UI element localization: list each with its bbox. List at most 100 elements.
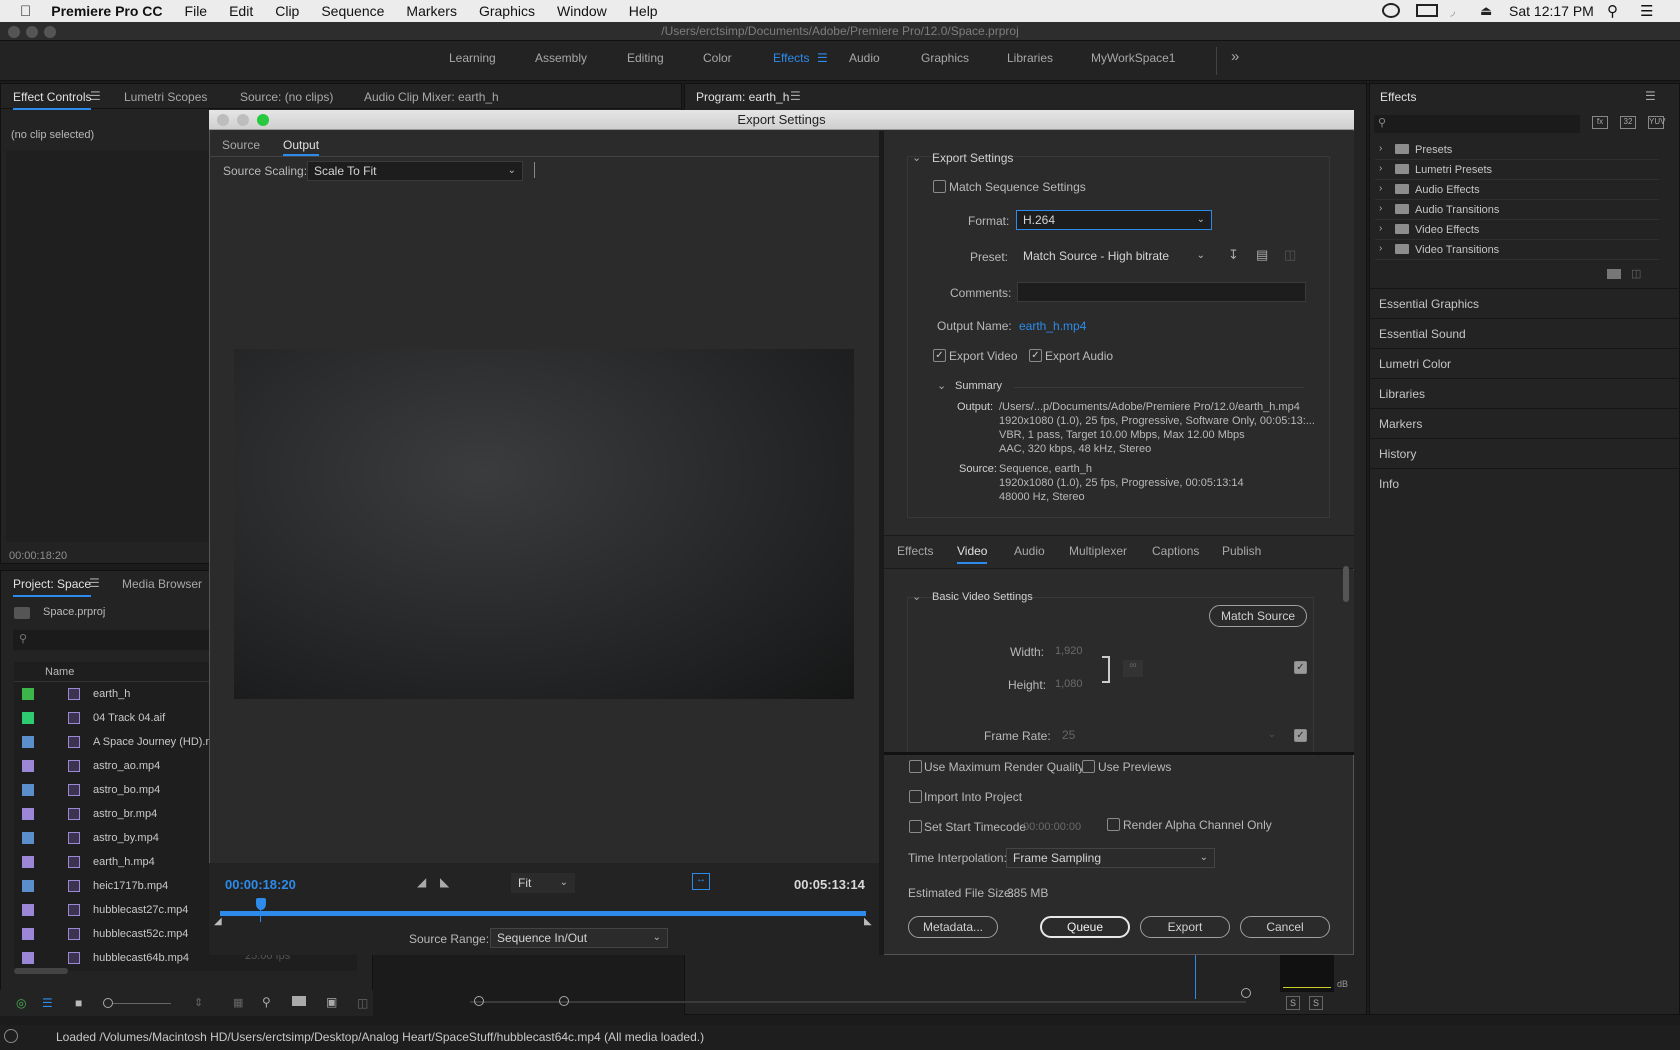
tab-program[interactable]: Program: earth_h: [696, 90, 789, 104]
dialog-tab-output[interactable]: Output: [283, 138, 320, 156]
settings-scrollbar[interactable]: [1343, 566, 1349, 602]
workspace-learning[interactable]: Learning: [449, 51, 496, 65]
delete-preset-icon[interactable]: ◫: [1284, 247, 1296, 263]
minimize-window-button[interactable]: [26, 26, 38, 38]
match-frame-rate-checkbox[interactable]: ✓: [1294, 729, 1307, 742]
zoom-window-button[interactable]: [44, 26, 56, 38]
workspace-libraries[interactable]: Libraries: [1007, 51, 1053, 65]
tab-source[interactable]: Source: (no clips): [240, 90, 333, 104]
find-icon[interactable]: ⚲: [262, 995, 271, 1009]
metadata-button[interactable]: Metadata...: [908, 916, 998, 938]
project-search-input[interactable]: [13, 630, 209, 650]
icon-view-icon[interactable]: ■: [75, 996, 82, 1010]
chevron-down-icon[interactable]: ⌄: [937, 379, 946, 392]
export-button[interactable]: Export: [1140, 916, 1230, 938]
effects-folder[interactable]: › Lumetri Presets: [1375, 160, 1659, 180]
match-source-button[interactable]: Match Source: [1209, 605, 1307, 627]
solo-left-button[interactable]: S: [1286, 996, 1300, 1010]
table-row[interactable]: hubblecast27c.mp4: [14, 899, 188, 922]
queue-button[interactable]: Queue: [1040, 916, 1130, 938]
cancel-button[interactable]: Cancel: [1240, 916, 1330, 938]
zoom-slider[interactable]: [113, 1003, 171, 1004]
match-width-height-checkbox[interactable]: ✓: [1294, 661, 1307, 674]
max-render-quality-checkbox[interactable]: [909, 760, 922, 773]
label-color-swatch[interactable]: [22, 808, 34, 820]
app-menu[interactable]: Premiere Pro CC: [51, 3, 162, 19]
timeline-scroll-start[interactable]: [474, 996, 484, 1006]
display-icon[interactable]: [1416, 4, 1438, 17]
list-view-icon[interactable]: ☰: [42, 996, 53, 1010]
notification-center-icon[interactable]: ☰: [1640, 2, 1653, 20]
format-dropdown[interactable]: H.264 ⌄: [1016, 210, 1212, 230]
tab-effect-controls[interactable]: Effect Controls: [13, 90, 92, 110]
label-color-swatch[interactable]: [22, 928, 34, 940]
workspace-menu-icon[interactable]: ☰: [817, 51, 828, 65]
import-preset-icon[interactable]: ▤: [1256, 247, 1268, 263]
table-row[interactable]: 04 Track 04.aif: [14, 707, 184, 730]
panel-section[interactable]: Info: [1369, 468, 1680, 498]
source-range-bar[interactable]: [220, 911, 866, 916]
panel-section[interactable]: Libraries: [1369, 378, 1680, 408]
set-out-point-icon[interactable]: ◣: [440, 875, 449, 889]
table-row[interactable]: astro_br.mp4: [14, 803, 184, 826]
render-alpha-checkbox[interactable]: [1107, 818, 1120, 831]
chevron-right-icon[interactable]: ›: [1379, 183, 1382, 194]
aspect-ratio-icon[interactable]: ↔: [692, 873, 710, 890]
settings-tab-publish[interactable]: Publish: [1222, 544, 1261, 558]
table-row[interactable]: astro_bo.mp4: [14, 779, 184, 802]
constrain-proportions-icon[interactable]: ∞: [1123, 660, 1143, 677]
current-timecode[interactable]: 00:00:18:20: [225, 877, 296, 892]
effects-new-bin-icon[interactable]: [1607, 269, 1621, 279]
menu-sequence[interactable]: Sequence: [321, 3, 384, 19]
settings-tab-effects[interactable]: Effects: [897, 544, 933, 558]
label-color-swatch[interactable]: [22, 736, 34, 748]
effects-search-input[interactable]: [1374, 115, 1580, 133]
zoom-dropdown[interactable]: Fit ⌄: [511, 873, 575, 893]
in-point-marker[interactable]: ◢: [214, 916, 222, 927]
workspace-myworkspace1[interactable]: MyWorkSpace1: [1091, 51, 1175, 65]
new-bin-icon[interactable]: [292, 996, 306, 1006]
chevron-down-icon[interactable]: ⌄: [912, 590, 921, 603]
32bit-effects-icon[interactable]: 32: [1620, 116, 1636, 129]
chevron-right-icon[interactable]: ›: [1379, 163, 1382, 174]
dialog-minimize-button[interactable]: [237, 114, 249, 126]
effects-folder[interactable]: › Video Effects: [1375, 220, 1659, 240]
tab-audio-clip-mixer[interactable]: Audio Clip Mixer: earth_h: [364, 90, 499, 104]
dialog-close-button[interactable]: [217, 114, 229, 126]
clock[interactable]: Sat 12:17 PM: [1509, 3, 1594, 19]
chevron-right-icon[interactable]: ›: [1379, 143, 1382, 154]
panel-section[interactable]: Lumetri Color: [1369, 348, 1680, 378]
menu-clip[interactable]: Clip: [275, 3, 299, 19]
dialog-tab-source[interactable]: Source: [222, 138, 260, 152]
creative-cloud-icon[interactable]: [1382, 3, 1400, 18]
settings-tab-video[interactable]: Video: [957, 544, 988, 564]
table-row[interactable]: A Space Journey (HD).m: [14, 731, 215, 754]
preset-dropdown[interactable]: Match Source - High bitrate ⌄: [1016, 246, 1212, 266]
panel-section[interactable]: Essential Graphics: [1369, 288, 1680, 318]
chevron-down-icon[interactable]: ⌄: [912, 151, 921, 164]
timeline-scroll-end[interactable]: [559, 996, 569, 1006]
new-item-icon[interactable]: ▣: [326, 995, 337, 1009]
menu-file[interactable]: File: [185, 3, 208, 19]
menu-graphics[interactable]: Graphics: [479, 3, 535, 19]
menu-markers[interactable]: Markers: [406, 3, 457, 19]
trash-icon[interactable]: ◫: [357, 996, 368, 1010]
automate-icon[interactable]: ▦: [233, 996, 243, 1009]
yuv-effects-icon[interactable]: YUV: [1648, 116, 1665, 129]
effects-folder[interactable]: › Audio Transitions: [1375, 200, 1659, 220]
spotlight-search-icon[interactable]: ⚲: [1607, 2, 1618, 20]
start-timecode-value[interactable]: 00:00:00:00: [1023, 821, 1081, 833]
timeline-zoom-handle[interactable]: [1241, 988, 1251, 998]
import-into-project-checkbox[interactable]: [909, 790, 922, 803]
label-color-swatch[interactable]: [22, 784, 34, 796]
export-video-checkbox[interactable]: ✓: [933, 349, 946, 362]
lock-icon[interactable]: ◎: [16, 996, 26, 1010]
close-window-button[interactable]: [8, 26, 20, 38]
workspace-audio[interactable]: Audio: [849, 51, 880, 65]
settings-tab-multiplexer[interactable]: Multiplexer: [1069, 544, 1127, 558]
tab-media-browser[interactable]: Media Browser: [122, 577, 202, 591]
menu-help[interactable]: Help: [629, 3, 658, 19]
table-row[interactable]: astro_ao.mp4: [14, 755, 184, 778]
frame-rate-dropdown[interactable]: 25 ⌄: [1055, 725, 1283, 745]
comments-input[interactable]: [1017, 282, 1306, 302]
